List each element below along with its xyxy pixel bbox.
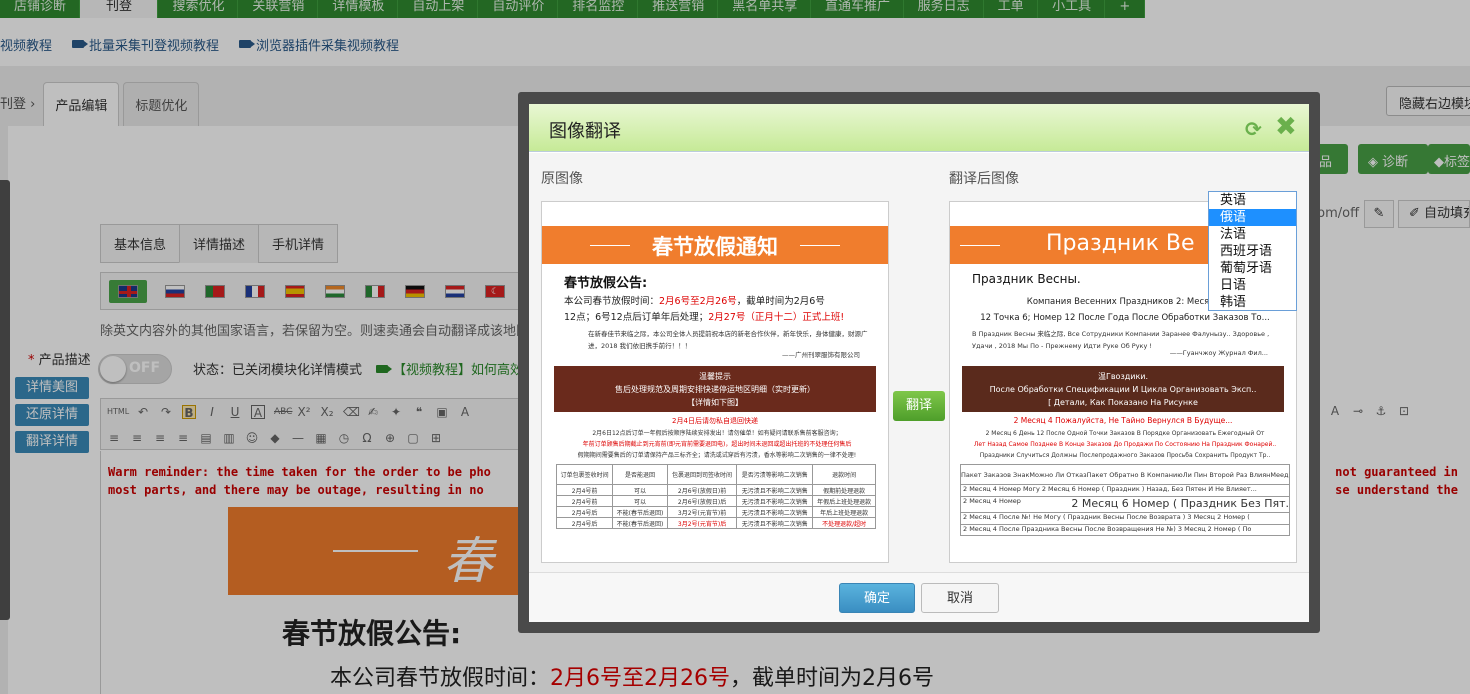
row-left: 2 Месяц 4 Номер	[963, 497, 1021, 505]
table-header-cell: 是否能退回	[612, 464, 668, 485]
table-cell: 无污渍且不影响二次销售	[736, 506, 814, 518]
table-header-row: 订单包裹签收时间 是否能退回 包裹退回到司签收时间 是否污渍等影响二次销售 退款时间	[555, 464, 876, 485]
table-row: 2月4号前 可以 2月6号(放假日)后 无污渍且不影响二次销售 年假后上班处理退款	[555, 495, 876, 507]
th: Пакет Заказов Знак	[961, 470, 1030, 479]
small-line2: Лет Назад Самое Позднее В Конце Заказов …	[973, 441, 1277, 448]
table-cell: 3月2号(元宵节)后	[666, 517, 738, 529]
close-icon[interactable]: ✖	[1275, 114, 1299, 140]
translated-row: 2 Месяц 4 После Праздника Весны После Во…	[963, 525, 1252, 533]
poster-banner-title: 春节放假通知	[652, 234, 778, 259]
translated-table: Пакет Заказов Знак Можно Ли Отказ Пакет Об…	[960, 464, 1290, 536]
table-cell: 无污渍且不影响二次销售	[736, 484, 814, 496]
poster-small-text: 2月6日12点后订单一年假后按顺序陆续安排发出！请勿催单！如有疑问请联系售前客服…	[552, 428, 882, 461]
small-line1: 2月6日12点后订单一年假后按顺序陆续安排发出！请勿催单！如有疑问请联系售前客服…	[592, 430, 842, 437]
table-cell: 不能(春节后退回)	[612, 506, 668, 518]
language-option[interactable]: 葡萄牙语	[1209, 260, 1296, 277]
poster-line2: 12 Точка 6; Номер 12 После Года После Об…	[980, 313, 1270, 323]
small-line1: 2 Месяц 6 День 12 После Одной Точки Зака…	[985, 430, 1265, 437]
table-header-cell: 包裹退回到司签收时间	[666, 464, 738, 485]
translate-button[interactable]: 翻译	[893, 391, 945, 421]
table-cell: 可以	[612, 495, 668, 507]
poster-line1b: ，截单时间为2月6号	[736, 296, 825, 307]
refresh-icon[interactable]: ⟳	[1245, 118, 1267, 140]
modal-header: 图像翻译 ⟳ ✖	[529, 104, 1309, 152]
table-row: 2月4号前 可以 2月6号(放假日)前 无污渍且不影响二次销售 假期前处理退款	[555, 484, 876, 496]
table-row: 2月4号后 不能(春节后退回) 3月2号(元宵节)后 无污渍且不影响二次销售 不处理退款…	[555, 517, 876, 529]
cancel-button[interactable]: 取消	[921, 583, 999, 613]
language-dropdown: 英语 俄语 法语 西班牙语 葡萄牙语 日语 韩语	[1208, 191, 1297, 311]
table-cell: 2月4号前	[555, 484, 614, 496]
language-option[interactable]: 日语	[1209, 277, 1296, 294]
poster-heading: Праздник Весны.	[972, 272, 1081, 286]
notice-line1: 温馨提示	[699, 372, 731, 381]
poster-line1a: 本公司春节放假时间：	[564, 296, 660, 307]
table-cell: 2月4号前	[555, 495, 614, 507]
poster-line2a: 12点；6号12点后订单年后处理；	[564, 312, 709, 323]
table-header-cell: 是否污渍等影响二次销售	[736, 464, 814, 485]
translated-row: 2 Месяц 4 Номер 2 Месяц 6 Номер ( Праздни…	[961, 497, 1289, 513]
modal-footer: 确定 取消	[529, 572, 1309, 622]
poster-signature: ——广州刊翠服饰有限公司	[782, 351, 860, 359]
table-cell: 2月6号(放假日)前	[666, 484, 738, 496]
translated-row: 2 Месяц 4 Номер Могу 2 Месяц 6 Номер ( П…	[961, 485, 1289, 497]
table-cell: 年后上班处理退款	[812, 506, 876, 518]
table-row: 2月4号后 不能(春节后退回) 3月2号(元宵节)前 无污渍且不影响二次销售 年后上班处…	[555, 506, 876, 518]
original-image: 春节放假通知 春节放假公告: 本公司春节放假时间：2月6号至2月26号，截单时间…	[541, 201, 889, 563]
banner-line	[960, 245, 1000, 246]
small-line3: 假期期间需要售后的订单请保持产品三标齐全；请洗或试穿后有污渍，香水等影响二次销售…	[577, 452, 857, 459]
poster-notice-box: 温馨提示售后处理规范及周期安排快递停运地区明细（实时更新） 【详情如下图】	[554, 366, 876, 412]
translated-image-label: 翻译后图像	[949, 171, 1019, 187]
table-cell: 无污渍且不影响二次销售	[736, 495, 814, 507]
table-cell: 可以	[612, 484, 668, 496]
poster-red-note: 2月4日后请勿私自退回快递	[672, 417, 758, 425]
modal-title: 图像翻译	[549, 121, 621, 142]
original-image-label: 原图像	[541, 171, 583, 187]
notice-line3: 【详情如下图】	[687, 398, 743, 407]
language-option[interactable]: 韩语	[1209, 294, 1296, 311]
table-cell: 2月6号(放假日)后	[666, 495, 738, 507]
confirm-button[interactable]: 确定	[839, 583, 915, 613]
translated-row: 2 Месяц 4 После №! Не Могу ( Праздник Ве…	[961, 513, 1289, 525]
poster-line1-red: 2月6号至2月26号	[659, 296, 737, 307]
small-line2: 年前订单顾售后期截止到元宵前(即元宵前需要退回电)，超出时间未退回或超出托班的不…	[582, 441, 852, 448]
table-cell: 不处理退款/超时	[812, 517, 876, 529]
poster-line2-red: 2月27号（正月十二）正式上班!	[708, 312, 845, 323]
poster-banner: 春节放假通知	[542, 226, 888, 264]
translated-table-header: Пакет Заказов Знак Можно Ли Отказ Пакет Об…	[961, 465, 1289, 485]
row-big: 2 Месяц 6 Номер ( Праздник Без Пят.	[1071, 497, 1289, 510]
table-cell: 年假后上班处理退款	[812, 495, 876, 507]
th: Ли Пин Второй Раз ВлиянМеедв Возврат...	[1182, 470, 1289, 479]
language-option[interactable]: 法语	[1209, 226, 1296, 243]
table-cell: 假期前处理退款	[812, 484, 876, 496]
poster-notice-box: 温Гвоздики. После Обработки Спецификации И…	[962, 366, 1284, 412]
poster-small-text: 2 Месяц 6 День 12 После Одной Точки Зака…	[960, 428, 1290, 461]
table-cell: 2月4号后	[555, 506, 614, 518]
notice-line1: 温Гвоздики.	[1097, 372, 1149, 381]
notice-line2: 售后处理规范及周期安排快递停运地区明细（实时更新）	[615, 385, 815, 394]
modal-body: 原图像 翻译后图像 春节放假通知 春节放假公告: 本公司春节放假时间：2月6号至…	[529, 153, 1309, 572]
poster-signature: ——Гуанчжоу Журнал Фил...	[1169, 349, 1268, 357]
table-header-cell: 退款时间	[812, 464, 876, 485]
table-cell: 3月2号(元宵节)前	[666, 506, 738, 518]
small-line3: Праздники Случиться Должны Послепродажно…	[979, 452, 1271, 459]
th: Пакет Обратно В Компанию	[1086, 470, 1183, 479]
poster-heading: 春节放假公告:	[564, 276, 648, 291]
th: Можно Ли Отказ	[1029, 470, 1087, 479]
table-cell: 2月4号后	[555, 517, 614, 529]
image-translate-modal: 图像翻译 ⟳ ✖ 原图像 翻译后图像 春节放假通知 春节放假公告: 本公司春节放…	[529, 104, 1309, 622]
language-option[interactable]: 俄语	[1209, 209, 1296, 226]
poster-intro: 本公司春节放假时间：2月6号至2月26号，截单时间为2月6号 12点；6号12点…	[564, 294, 874, 326]
table-cell: 不能(春节后退回)	[612, 517, 668, 529]
notice-line2: После Обработки Спецификации И Цикла Орг…	[989, 385, 1257, 394]
original-poster: 春节放假通知 春节放假公告: 本公司春节放假时间：2月6号至2月26号，截单时间…	[542, 226, 888, 562]
poster-red-note: 2 Месяц 4 Пожалуйста, Не Тайно Вернулся …	[1013, 416, 1233, 425]
notice-line3: [ Детали, Как Показано На Рисунке	[1048, 398, 1198, 407]
language-option[interactable]: 英语	[1209, 192, 1296, 209]
language-option[interactable]: 西班牙语	[1209, 243, 1296, 260]
poster-table: 订单包裹签收时间 是否能退回 包裹退回到司签收时间 是否污渍等影响二次销售 退款时间 2月…	[555, 464, 876, 529]
table-header-cell: 订单包裹签收时间	[555, 464, 614, 485]
table-cell: 无污渍且不影响二次销售	[736, 517, 814, 529]
